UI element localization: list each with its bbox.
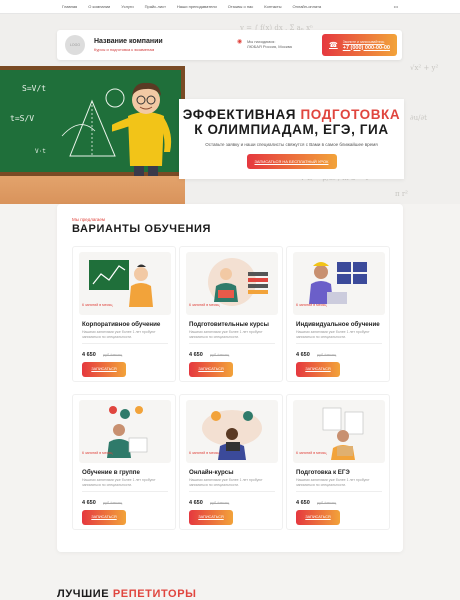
- course-price: 4 650: [189, 352, 203, 358]
- nav-link-teachers[interactable]: Наши преподаватели: [177, 4, 217, 9]
- enroll-button[interactable]: Записаться: [296, 510, 340, 525]
- lessons-badge: 6 занятий в месяц: [189, 303, 220, 307]
- phone-icon: ☎: [329, 42, 338, 49]
- course-title: Онлайн-курсы: [189, 469, 234, 476]
- course-title: Индивидуальное обучение: [296, 321, 380, 328]
- price-unit: руб./месяц: [103, 353, 123, 357]
- chalk-text: t=S/V: [10, 114, 35, 123]
- course-card-ege[interactable]: 6 занятий в месяц Подготовка к ЕГЭ Нашим…: [286, 394, 390, 530]
- company-name: Название компании: [94, 38, 163, 45]
- nav-link-payment[interactable]: Онлайн-оплата: [293, 4, 322, 9]
- price-unit: руб./месяц: [103, 501, 123, 505]
- lessons-badge: 6 занятий в месяц: [296, 303, 327, 307]
- nav-link-about[interactable]: О компании: [88, 4, 110, 9]
- hero-title: ЭФФЕКТИВНАЯ ПОДГОТОВКА К ОЛИМПИАДАМ, ЕГЭ,…: [182, 107, 401, 137]
- lessons-badge: 6 занятий в месяц: [296, 451, 327, 455]
- price-unit: руб./месяц: [317, 353, 337, 357]
- divider: [82, 343, 168, 344]
- nav-link-prices[interactable]: Прайс-лист: [145, 4, 166, 9]
- course-price: 4 650: [189, 500, 203, 506]
- course-title: Корпоративное обучение: [82, 321, 161, 328]
- course-price: 4 650: [296, 500, 310, 506]
- divider: [296, 491, 382, 492]
- course-card-group[interactable]: 6 занятий в месяц Обучение в группе Наши…: [72, 394, 176, 530]
- site-header: LOGO Название компании Курсы и подготовк…: [57, 30, 402, 60]
- options-section: Мы предлагаем ВАРИАНТЫ ОБУЧЕНИЯ 6 заняти…: [57, 204, 403, 552]
- divider: [189, 343, 275, 344]
- course-title: Подготовка к ЕГЭ: [296, 469, 350, 476]
- math-doodle: π r²: [395, 190, 408, 198]
- enroll-button[interactable]: Записаться: [189, 510, 233, 525]
- price-unit: руб./месяц: [210, 353, 230, 357]
- math-doodle: √x² + y²: [410, 64, 439, 72]
- price-unit: руб./месяц: [317, 501, 337, 505]
- phone-button[interactable]: ☎ Звоните и записывайтесь +7 (000) 000-0…: [322, 34, 397, 56]
- floor-illustration: [0, 176, 185, 204]
- course-card-individual[interactable]: 6 занятий в месяц Индивидуальное обучени…: [286, 246, 390, 382]
- section-kicker: Мы предлагаем: [72, 217, 105, 222]
- course-title: Подготовительные курсы: [189, 321, 269, 328]
- course-card-preparatory[interactable]: 6 занятий в месяц Подготовительные курсы…: [179, 246, 283, 382]
- enroll-button[interactable]: Записаться: [82, 510, 126, 525]
- course-description: Нашими занятиями уже более 1 лет пробуют…: [82, 478, 156, 487]
- nav-link-reviews[interactable]: Отзывы о нас: [228, 4, 254, 9]
- hero-subtitle: Оставьте заявку и наши специалисты свяжу…: [205, 142, 378, 147]
- course-price: 4 650: [82, 500, 96, 506]
- nav-more-icon[interactable]: •••: [394, 4, 398, 9]
- course-price: 4 650: [82, 352, 96, 358]
- math-doodle: ∂u/∂t: [410, 114, 427, 122]
- divider: [189, 491, 275, 492]
- nav-link-services[interactable]: Услуги: [121, 4, 133, 9]
- company-logo[interactable]: LOGO: [65, 35, 85, 55]
- divider: [82, 491, 168, 492]
- course-card-corporate[interactable]: 6 занятий в месяц Корпоративное обучение…: [72, 246, 176, 382]
- course-description: Нашими занятиями уже более 1 лет пробуют…: [296, 330, 370, 339]
- course-description: Нашими занятиями уже более 1 лет пробуют…: [296, 478, 370, 487]
- top-navigation: Главная О компании Услуги Прайс-лист Наш…: [0, 0, 460, 14]
- hero-card: ЭФФЕКТИВНАЯ ПОДГОТОВКА К ОЛИМПИАДАМ, ЕГЭ,…: [179, 99, 404, 179]
- lessons-badge: 6 занятий в месяц: [82, 451, 113, 455]
- course-title: Обучение в группе: [82, 469, 140, 476]
- phone-number: +7 (000) 000-00-00: [342, 44, 390, 51]
- course-description: Нашими занятиями уже более 1 лет пробуют…: [82, 330, 156, 339]
- chalk-text: S=V/t: [22, 84, 47, 93]
- enroll-button[interactable]: Записаться: [296, 362, 340, 377]
- course-price: 4 650: [296, 352, 310, 358]
- enroll-button[interactable]: Записаться: [189, 362, 233, 377]
- nav-link-home[interactable]: Главная: [62, 4, 77, 9]
- phone-label: Звоните и записывайтесь: [342, 39, 385, 44]
- free-lesson-button[interactable]: Записаться на бесплатный урок: [246, 154, 337, 169]
- address-value: ЛЮБАЯ Россия, Москва: [247, 44, 292, 49]
- company-tagline: Курсы и подготовка к экзаменам: [94, 47, 155, 52]
- enroll-button[interactable]: Записаться: [82, 362, 126, 377]
- address-block: ◉ Мы находимся: ЛЮБАЯ Россия, Москва: [237, 39, 292, 49]
- tutors-section-title: ЛУЧШИЕ РЕПЕТИТОРЫ: [57, 588, 197, 600]
- section-title: ВАРИАНТЫ ОБУЧЕНИЯ: [72, 223, 212, 235]
- course-description: Нашими занятиями уже более 1 лет пробуют…: [189, 478, 263, 487]
- price-unit: руб./месяц: [210, 501, 230, 505]
- nav-link-contacts[interactable]: Контакты: [264, 4, 281, 9]
- course-description: Нашими занятиями уже более 1 лет пробуют…: [189, 330, 263, 339]
- lessons-badge: 6 занятий в месяц: [189, 451, 220, 455]
- lessons-badge: 6 занятий в месяц: [82, 303, 113, 307]
- brand-block: Название компании Курсы и подготовка к э…: [94, 38, 163, 52]
- chalk-text: V·t: [35, 148, 46, 155]
- course-card-online[interactable]: 6 занятий в месяц Онлайн-курсы Нашими за…: [179, 394, 283, 530]
- divider: [296, 343, 382, 344]
- location-pin-icon: ◉: [237, 39, 243, 45]
